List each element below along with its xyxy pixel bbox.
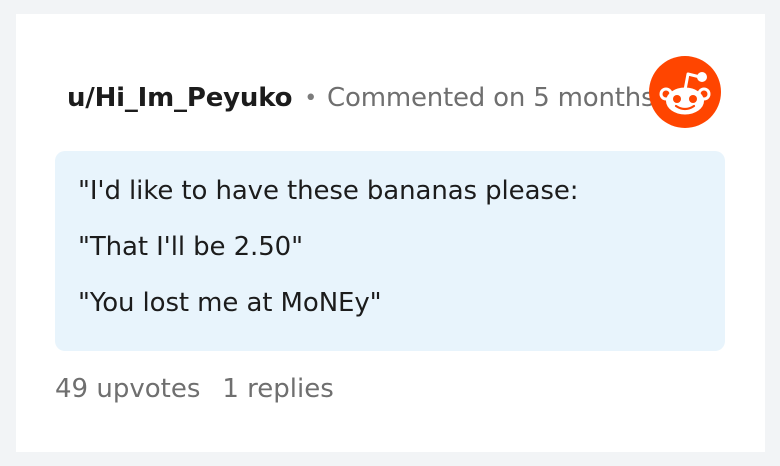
reddit-snoo-icon <box>649 56 721 128</box>
username-link[interactable]: u/Hi_Im_Peyuko <box>67 83 292 113</box>
comment-header: u/Hi_Im_Peyuko • Commented on 5 months a… <box>67 78 710 118</box>
comment-card: u/Hi_Im_Peyuko • Commented on 5 months a… <box>16 14 765 452</box>
replies-count[interactable]: 1 replies <box>222 374 333 404</box>
upvote-count[interactable]: 49 upvotes <box>55 374 200 404</box>
comment-body: "I'd like to have these bananas please: … <box>55 151 725 351</box>
comment-line: "You lost me at MoNEy" <box>78 288 382 318</box>
comment-line: "I'd like to have these bananas please: <box>78 176 579 206</box>
comment-line: "That I'll be 2.50" <box>78 232 303 262</box>
separator-dot: • <box>304 85 318 111</box>
comment-footer: 49 upvotes 1 replies <box>55 374 334 404</box>
